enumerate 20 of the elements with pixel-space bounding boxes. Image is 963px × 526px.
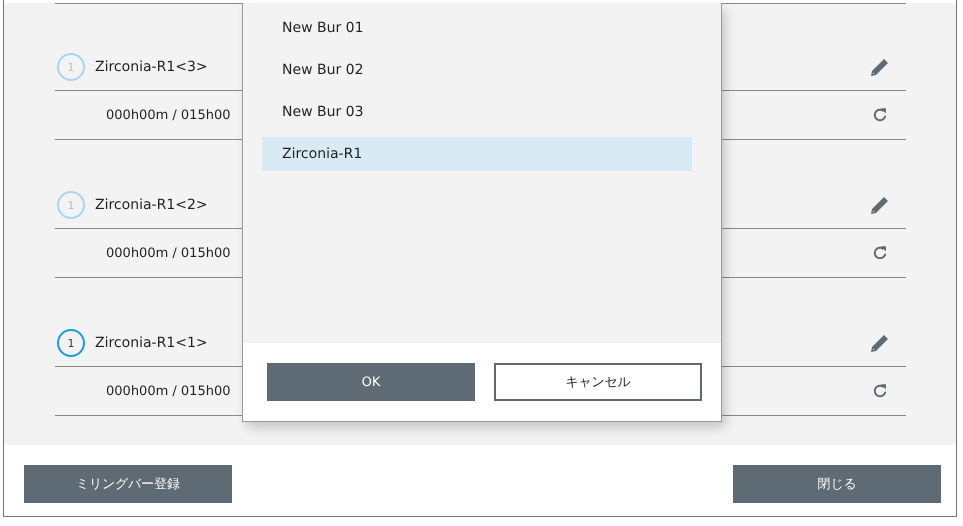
register-bur-button[interactable]: ミリングバー登録 [24,465,232,503]
bur-option[interactable]: Zirconia-R1 [262,137,692,171]
slot-number: 1 [57,53,85,81]
refresh-icon[interactable] [871,244,889,262]
bur-option[interactable]: New Bur 02 [262,53,692,87]
usage-time: 000h00m / 015h00 [106,108,230,122]
bur-option[interactable]: New Bur 03 [262,95,692,129]
bur-name: Zirconia-R1<3> [95,59,208,75]
bur-option[interactable]: New Bur 01 [262,11,692,45]
usage-time: 000h00m / 015h00 [106,384,230,398]
slot-number: 1 [57,329,85,357]
bur-name: Zirconia-R1<2> [95,197,208,213]
slot-number: 1 [57,191,85,219]
ok-button[interactable]: OK [267,363,475,401]
cancel-button[interactable]: キャンセル [494,363,702,401]
usage-time: 000h00m / 015h00 [106,246,230,260]
refresh-icon[interactable] [871,106,889,124]
refresh-icon[interactable] [871,382,889,400]
bur-name: Zirconia-R1<1> [95,335,208,351]
close-button[interactable]: 閉じる [733,465,941,503]
